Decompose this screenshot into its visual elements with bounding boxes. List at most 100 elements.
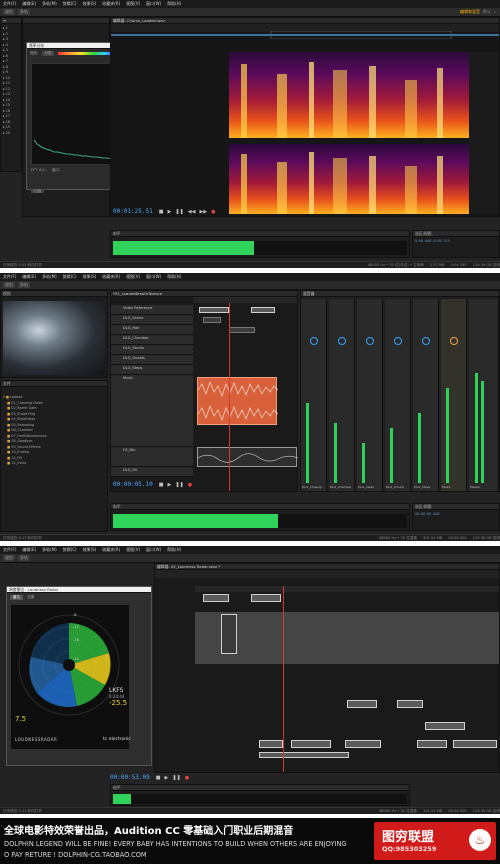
pan-knob[interactable] bbox=[338, 337, 346, 345]
pause-button[interactable]: ❚❚ bbox=[175, 482, 183, 488]
scan-button[interactable]: 扫描 bbox=[31, 189, 45, 193]
menu-clip[interactable]: 剪辑(C) bbox=[63, 274, 77, 280]
audio-clip[interactable] bbox=[221, 614, 237, 654]
menu-view[interactable]: 视图(V) bbox=[126, 1, 140, 7]
list-item[interactable]: ■ 12_Extra bbox=[1, 461, 107, 467]
pan-knob[interactable] bbox=[450, 337, 458, 345]
menu-edit[interactable]: 编辑(E) bbox=[22, 1, 36, 7]
menu-favorites[interactable]: 收藏夹(R) bbox=[102, 547, 120, 553]
mixer-strip[interactable]: DLG_Steps bbox=[413, 299, 439, 491]
audio-clip[interactable] bbox=[203, 317, 221, 323]
track-header[interactable]: DLG_Scene bbox=[111, 315, 193, 325]
menu-favorites[interactable]: 收藏夹(R) bbox=[102, 1, 120, 7]
music-clip[interactable] bbox=[197, 377, 279, 425]
menu-file[interactable]: 文件(F) bbox=[3, 274, 16, 280]
tab-radar[interactable]: 雷达 bbox=[10, 595, 24, 600]
play-button[interactable]: ▶ bbox=[164, 775, 168, 781]
audio-clip[interactable] bbox=[259, 740, 283, 748]
stop-button[interactable]: ■ bbox=[159, 482, 164, 488]
menu-effects[interactable]: 效果(S) bbox=[83, 1, 97, 7]
search-icon[interactable]: ⌕ bbox=[494, 10, 496, 14]
menu-file[interactable]: 文件(F) bbox=[3, 1, 16, 7]
scale-select[interactable]: 对数 bbox=[42, 51, 54, 56]
audio-clip[interactable] bbox=[251, 594, 281, 602]
record-button[interactable]: ● bbox=[211, 209, 215, 215]
forward-button[interactable]: ▶▶ bbox=[199, 209, 207, 215]
multitrack-button[interactable]: 多轨 bbox=[18, 555, 30, 561]
multitrack-button[interactable]: 多轨 bbox=[18, 282, 30, 288]
track-header[interactable]: Video Reference bbox=[111, 305, 193, 315]
mixer-strip[interactable]: DLG_Ideas bbox=[357, 299, 383, 491]
track-header[interactable]: DLG_Hair bbox=[111, 325, 193, 335]
track-header[interactable]: DLG_Steps bbox=[111, 365, 193, 375]
track-header[interactable]: DLG_Fill bbox=[111, 467, 193, 477]
audio-clip[interactable] bbox=[397, 700, 423, 708]
pause-button[interactable]: ❚❚ bbox=[175, 209, 183, 215]
record-button[interactable]: ● bbox=[185, 775, 189, 781]
pan-knob[interactable] bbox=[394, 337, 402, 345]
menu-edit[interactable]: 编辑(E) bbox=[22, 274, 36, 280]
fx-clip[interactable] bbox=[197, 447, 299, 467]
menu-edit[interactable]: 编辑(E) bbox=[22, 547, 36, 553]
audio-clip[interactable] bbox=[347, 700, 377, 708]
menu-window[interactable]: 窗口(W) bbox=[146, 274, 161, 280]
track-header-music[interactable]: Music bbox=[111, 375, 193, 447]
pan-knob[interactable] bbox=[422, 337, 430, 345]
pan-knob[interactable] bbox=[366, 337, 374, 345]
audio-clip[interactable] bbox=[199, 307, 229, 313]
record-button[interactable]: ● bbox=[188, 482, 192, 488]
menu-help[interactable]: 帮助(H) bbox=[167, 274, 181, 280]
audio-clip[interactable] bbox=[259, 752, 349, 758]
menu-clip[interactable]: 剪辑(C) bbox=[63, 547, 77, 553]
menu-help[interactable]: 帮助(H) bbox=[167, 547, 181, 553]
menu-effects[interactable]: 效果(S) bbox=[83, 547, 97, 553]
stop-button[interactable]: ■ bbox=[156, 775, 161, 781]
menu-multitrack[interactable]: 多轨(M) bbox=[42, 274, 57, 280]
audio-clip[interactable] bbox=[345, 740, 381, 748]
waveform-button[interactable]: 波形 bbox=[3, 282, 15, 288]
play-button[interactable]: ▶ bbox=[167, 209, 171, 215]
tab-settings[interactable]: 设置 bbox=[27, 595, 34, 600]
audio-clip[interactable] bbox=[291, 740, 331, 748]
audio-clip[interactable] bbox=[417, 740, 447, 748]
list-item[interactable]: ▸ 20 bbox=[1, 131, 21, 137]
stop-button[interactable]: ■ bbox=[159, 209, 164, 215]
menu-multitrack[interactable]: 多轨(M) bbox=[42, 1, 57, 7]
rewind-button[interactable]: ◀◀ bbox=[188, 209, 196, 215]
track-header[interactable]: DLG_Studio bbox=[111, 345, 193, 355]
track-header[interactable]: DLG_Guests bbox=[111, 355, 193, 365]
play-button[interactable]: ▶ bbox=[167, 482, 171, 488]
pause-button[interactable]: ❚❚ bbox=[172, 775, 180, 781]
audio-clip[interactable] bbox=[203, 594, 229, 602]
menu-view[interactable]: 视图(V) bbox=[126, 274, 140, 280]
track-header[interactable]: DLG_Chamber bbox=[111, 335, 193, 345]
workspace-tab-edit-mix[interactable]: 编辑和混音 bbox=[460, 9, 480, 15]
menu-clip[interactable]: 剪辑(C) bbox=[63, 1, 77, 7]
mixer-strip-master[interactable]: Master bbox=[469, 299, 499, 491]
multitrack-button[interactable]: 多轨 bbox=[18, 9, 30, 15]
menu-file[interactable]: 文件(F) bbox=[3, 547, 16, 553]
mixer-strip[interactable]: DLG_Closeup bbox=[301, 299, 327, 491]
audio-clip[interactable] bbox=[453, 740, 497, 748]
mixer-strip[interactable]: DLG_Chamber bbox=[329, 299, 355, 491]
pan-knob[interactable] bbox=[310, 337, 318, 345]
menu-multitrack[interactable]: 多轨(M) bbox=[42, 547, 57, 553]
waveform-button[interactable]: 波形 bbox=[3, 9, 15, 15]
menu-window[interactable]: 窗口(W) bbox=[146, 547, 161, 553]
mixer-strip[interactable]: Music bbox=[441, 299, 467, 491]
menu-window[interactable]: 窗口(W) bbox=[146, 1, 161, 7]
menu-effects[interactable]: 效果(S) bbox=[83, 274, 97, 280]
mixer-strip[interactable]: DLG_Clouds bbox=[385, 299, 411, 491]
audio-clip[interactable] bbox=[229, 327, 255, 333]
workspace-tab-default[interactable]: 默认 bbox=[483, 9, 491, 15]
menu-view[interactable]: 视图(V) bbox=[126, 547, 140, 553]
menu-favorites[interactable]: 收藏夹(R) bbox=[102, 274, 120, 280]
audio-clip[interactable] bbox=[425, 722, 465, 730]
audio-clip[interactable] bbox=[251, 307, 275, 313]
track-header[interactable]: FX_Mix bbox=[111, 447, 193, 467]
waveform-button[interactable]: 波形 bbox=[3, 555, 15, 561]
mixer-tab[interactable]: 混音器 bbox=[301, 291, 499, 297]
playhead[interactable] bbox=[229, 303, 230, 491]
playhead[interactable] bbox=[283, 586, 284, 772]
menu-help[interactable]: 帮助(H) bbox=[167, 1, 181, 7]
